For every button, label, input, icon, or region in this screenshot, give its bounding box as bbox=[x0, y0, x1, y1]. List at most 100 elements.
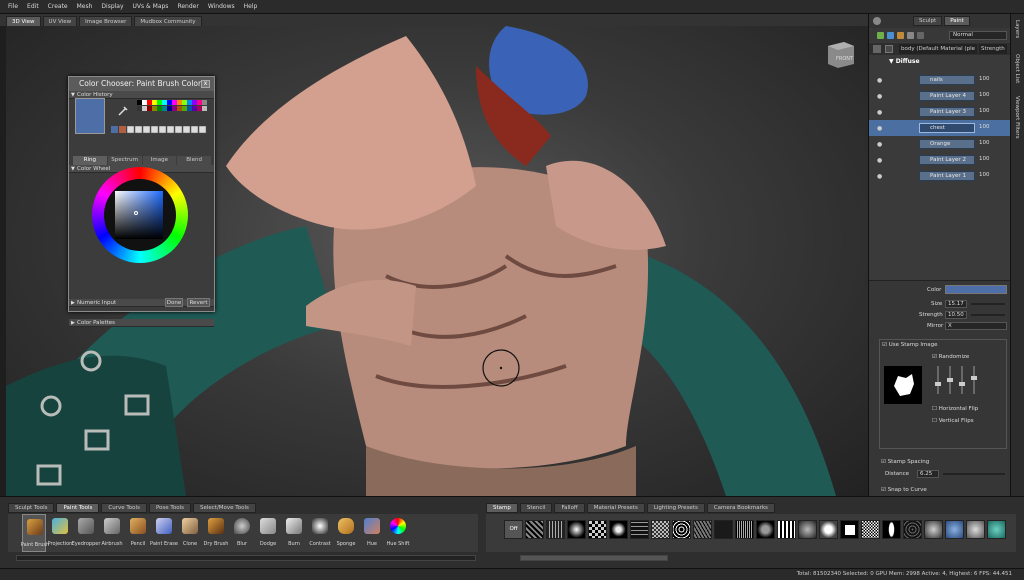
layer-name[interactable]: Paint Layer 2 bbox=[919, 155, 975, 165]
randomize-sliders[interactable] bbox=[932, 366, 992, 394]
stamp-item[interactable] bbox=[819, 520, 838, 539]
stamp-item[interactable] bbox=[546, 520, 565, 539]
layer-opacity[interactable]: 100 bbox=[979, 92, 990, 98]
stamp-item[interactable] bbox=[651, 520, 670, 539]
menu-create[interactable]: Create bbox=[48, 3, 68, 10]
visibility-icon[interactable] bbox=[873, 45, 881, 53]
stamp-item[interactable] bbox=[966, 520, 985, 539]
current-color-swatch[interactable] bbox=[75, 98, 105, 134]
strength-field[interactable]: 10.50 bbox=[945, 311, 967, 319]
menu-file[interactable]: File bbox=[8, 3, 18, 10]
stamp-item[interactable] bbox=[798, 520, 817, 539]
size-slider[interactable] bbox=[971, 303, 1005, 305]
menu-uvs-maps[interactable]: UVs & Maps bbox=[133, 3, 169, 10]
menu-windows[interactable]: Windows bbox=[208, 3, 235, 10]
layer-options-icon[interactable] bbox=[917, 31, 924, 39]
stamp-item[interactable] bbox=[735, 520, 754, 539]
tab-lighting-presets[interactable]: Lighting Presets bbox=[646, 503, 705, 513]
stamp-item[interactable] bbox=[777, 520, 796, 539]
tab-pose-tools[interactable]: Pose Tools bbox=[148, 503, 191, 513]
stamp-item[interactable] bbox=[693, 520, 712, 539]
stamp-item[interactable] bbox=[924, 520, 943, 539]
material-select[interactable]: body (Default Material (ple bbox=[899, 44, 977, 54]
layer-row[interactable]: ● Paint Layer 2 100 bbox=[869, 152, 1011, 168]
layer-name[interactable]: nails bbox=[919, 75, 975, 85]
layer-name[interactable]: Paint Layer 3 bbox=[919, 107, 975, 117]
lock-icon[interactable] bbox=[885, 45, 893, 53]
visibility-icon[interactable]: ● bbox=[877, 77, 882, 84]
tab-falloff[interactable]: Falloff bbox=[554, 503, 585, 513]
layer-opacity[interactable]: 100 bbox=[979, 172, 990, 178]
stamp-preview[interactable] bbox=[884, 366, 922, 404]
layer-opacity[interactable]: 100 bbox=[979, 76, 990, 82]
recent-colors-row[interactable] bbox=[111, 125, 211, 134]
tab-uv-view[interactable]: UV View bbox=[42, 16, 78, 26]
stamp-item[interactable] bbox=[882, 520, 901, 539]
color-palettes-section[interactable]: ▶ Color Palettes bbox=[69, 319, 214, 327]
tab-ring[interactable]: Ring bbox=[73, 156, 107, 165]
tab-sculpt[interactable]: Sculpt bbox=[913, 16, 943, 26]
tab-layers[interactable]: Layers bbox=[1014, 20, 1020, 38]
randomize-checkbox[interactable]: ☑ Randomize bbox=[932, 354, 969, 363]
horizontal-flip-checkbox[interactable]: ☐ Horizontal Flip bbox=[932, 406, 978, 415]
eyedropper-icon[interactable] bbox=[116, 104, 130, 118]
stamp-item[interactable] bbox=[756, 520, 775, 539]
revert-button[interactable]: Revert bbox=[187, 298, 210, 307]
menu-display[interactable]: Display bbox=[101, 3, 123, 10]
snap-to-curve-checkbox[interactable]: ☑ Snap to Curve bbox=[881, 487, 927, 496]
tool-hue-shift[interactable]: Hue Shift bbox=[386, 514, 410, 552]
duplicate-layer-icon[interactable] bbox=[887, 31, 894, 39]
layer-name[interactable]: Orange bbox=[919, 139, 975, 149]
layer-row[interactable]: ● Orange 100 bbox=[869, 136, 1011, 152]
layer-name[interactable]: chest bbox=[919, 123, 975, 133]
color-chooser-title-bar[interactable]: Color Chooser: Paint Brush Color x bbox=[69, 77, 214, 91]
tab-paint[interactable]: Paint bbox=[944, 16, 970, 26]
layer-opacity[interactable]: 100 bbox=[979, 108, 990, 114]
tab-curve-tools[interactable]: Curve Tools bbox=[101, 503, 147, 513]
tab-camera-bookmarks[interactable]: Camera Bookmarks bbox=[706, 503, 775, 513]
stamp-item[interactable] bbox=[609, 520, 628, 539]
size-field[interactable]: 15.17 bbox=[945, 300, 967, 308]
layer-opacity[interactable]: 100 bbox=[979, 124, 990, 130]
stamp-item[interactable] bbox=[672, 520, 691, 539]
visibility-icon[interactable]: ● bbox=[877, 173, 882, 180]
stamp-item[interactable] bbox=[630, 520, 649, 539]
menu-help[interactable]: Help bbox=[244, 3, 258, 10]
visibility-icon[interactable]: ● bbox=[877, 109, 882, 116]
tab-paint-tools[interactable]: Paint Tools bbox=[56, 503, 100, 513]
layer-row[interactable]: ● Paint Layer 3 100 bbox=[869, 104, 1011, 120]
channel-select[interactable]: Strength bbox=[979, 44, 1007, 54]
blend-mode-select[interactable]: Normal bbox=[949, 31, 1007, 40]
close-icon[interactable]: x bbox=[201, 80, 210, 88]
layer-name[interactable]: Paint Layer 4 bbox=[919, 91, 975, 101]
tab-mudbox-community[interactable]: Mudbox Community bbox=[134, 16, 202, 26]
panel-menu-icon[interactable] bbox=[873, 17, 881, 25]
tab-3d-view[interactable]: 3D View bbox=[6, 16, 41, 26]
distance-field[interactable]: 6.25 bbox=[917, 470, 939, 478]
layer-name[interactable]: Paint Layer 1 bbox=[919, 171, 975, 181]
stamps-scrollbar[interactable] bbox=[520, 555, 668, 561]
delete-layer-icon[interactable] bbox=[907, 31, 914, 39]
stamp-item[interactable] bbox=[903, 520, 922, 539]
stamp-item[interactable] bbox=[567, 520, 586, 539]
tab-select-move-tools[interactable]: Select/Move Tools bbox=[192, 503, 256, 513]
view-cube[interactable]: FRONT bbox=[824, 38, 856, 68]
layer-row-selected[interactable]: ● chest 100 bbox=[869, 120, 1011, 136]
stamp-item[interactable] bbox=[987, 520, 1006, 539]
visibility-icon[interactable]: ● bbox=[877, 157, 882, 164]
stamp-item[interactable] bbox=[714, 520, 733, 539]
brush-color-swatch[interactable] bbox=[945, 285, 1007, 294]
tab-stencil[interactable]: Stencil bbox=[519, 503, 553, 513]
menu-mesh[interactable]: Mesh bbox=[77, 3, 93, 10]
visibility-icon[interactable]: ● bbox=[877, 141, 882, 148]
tab-image[interactable]: Image bbox=[142, 156, 177, 165]
tab-object-list[interactable]: Object List bbox=[1014, 54, 1020, 83]
visibility-icon[interactable]: ● bbox=[877, 125, 882, 132]
merge-layer-icon[interactable] bbox=[897, 31, 904, 39]
color-ring-picker[interactable] bbox=[90, 167, 190, 265]
menu-render[interactable]: Render bbox=[177, 3, 198, 10]
stamp-item[interactable] bbox=[945, 520, 964, 539]
layer-opacity[interactable]: 100 bbox=[979, 140, 990, 146]
stamp-item[interactable] bbox=[525, 520, 544, 539]
stamp-item[interactable] bbox=[840, 520, 859, 539]
